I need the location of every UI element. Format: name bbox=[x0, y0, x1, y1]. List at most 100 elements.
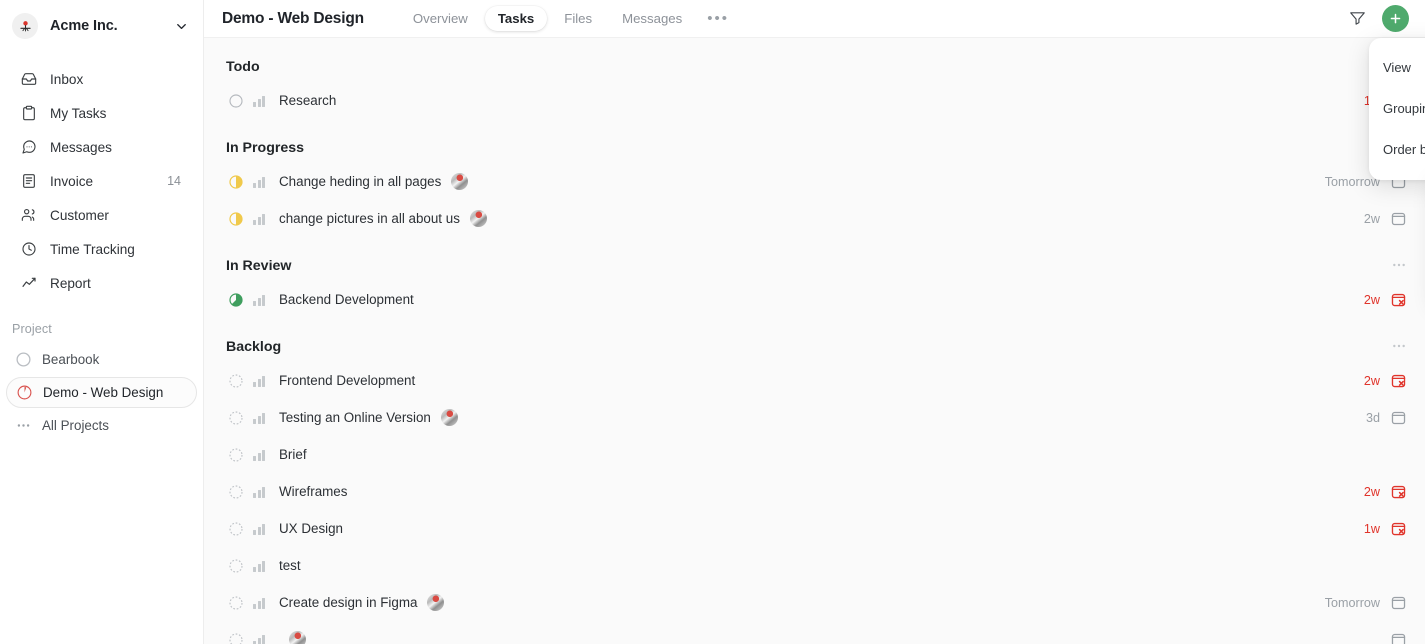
due-date[interactable]: 2w bbox=[1364, 212, 1380, 226]
due-date[interactable]: 2w bbox=[1364, 485, 1380, 499]
sidebar-item-inbox[interactable]: Inbox bbox=[6, 62, 197, 96]
clock-icon bbox=[18, 241, 40, 257]
calendar-overdue-icon[interactable] bbox=[1390, 291, 1407, 308]
row-meta: 2w bbox=[1364, 483, 1407, 500]
avatar[interactable] bbox=[427, 594, 445, 611]
page-title: Demo - Web Design bbox=[222, 9, 364, 27]
status-backlog-icon[interactable] bbox=[226, 447, 246, 463]
due-date[interactable]: Tomorrow bbox=[1325, 596, 1380, 610]
sidebar-item-report[interactable]: Report bbox=[6, 266, 197, 300]
table-row[interactable] bbox=[204, 621, 1425, 644]
priority-icon bbox=[253, 95, 267, 107]
table-row[interactable]: Change heding in all pages Tomorrow bbox=[204, 163, 1425, 200]
task-name: change pictures in all about us bbox=[279, 211, 460, 226]
due-date[interactable]: 3d bbox=[1366, 411, 1380, 425]
sidebar-item-my-tasks[interactable]: My Tasks bbox=[6, 96, 197, 130]
circle-empty-icon bbox=[10, 351, 36, 368]
task-name: Testing an Online Version bbox=[279, 410, 431, 425]
status-in-progress-icon[interactable] bbox=[226, 211, 246, 227]
sidebar-item-time-tracking[interactable]: Time Tracking bbox=[6, 232, 197, 266]
due-date[interactable]: 2w bbox=[1364, 374, 1380, 388]
table-row[interactable]: Backend Development 2w bbox=[204, 281, 1425, 318]
sidebar-item-demo-web-design[interactable]: Demo - Web Design bbox=[6, 377, 197, 408]
tab-messages[interactable]: Messages bbox=[609, 6, 695, 31]
tab-tasks[interactable]: Tasks bbox=[484, 6, 548, 31]
calendar-icon[interactable] bbox=[1390, 594, 1407, 611]
status-backlog-icon[interactable] bbox=[226, 484, 246, 500]
sidebar-item-messages[interactable]: Messages bbox=[6, 130, 197, 164]
sidebar-item-customer[interactable]: Customer bbox=[6, 198, 197, 232]
calendar-icon[interactable] bbox=[1390, 210, 1407, 227]
sidebar-item-label: Customer bbox=[50, 207, 109, 223]
task-name: Research bbox=[279, 93, 337, 108]
calendar-overdue-icon[interactable] bbox=[1390, 483, 1407, 500]
chevron-down-icon[interactable] bbox=[174, 19, 189, 34]
priority-icon bbox=[253, 597, 267, 609]
filter-icon[interactable] bbox=[1349, 10, 1366, 27]
document-icon bbox=[18, 173, 40, 189]
status-backlog-icon[interactable] bbox=[226, 595, 246, 611]
due-date[interactable]: 1w bbox=[1364, 522, 1380, 536]
table-row[interactable]: Wireframes 2w bbox=[204, 473, 1425, 510]
calendar-icon[interactable] bbox=[1390, 631, 1407, 644]
status-backlog-icon[interactable] bbox=[226, 521, 246, 537]
chat-bubble-icon bbox=[18, 139, 40, 155]
task-name: Brief bbox=[279, 447, 307, 462]
sidebar-section-project-label: Project bbox=[12, 322, 52, 336]
group-header-backlog: Backlog bbox=[204, 332, 1425, 362]
table-row[interactable]: Testing an Online Version 3d bbox=[204, 399, 1425, 436]
priority-icon bbox=[253, 560, 267, 572]
status-backlog-icon[interactable] bbox=[226, 632, 246, 644]
table-row[interactable]: Create design in Figma Tomorrow bbox=[204, 584, 1425, 621]
status-in-progress-icon[interactable] bbox=[226, 174, 246, 190]
avatar[interactable] bbox=[440, 409, 458, 426]
view-row: View bbox=[1369, 52, 1425, 82]
calendar-overdue-icon[interactable] bbox=[1390, 372, 1407, 389]
table-row[interactable]: UX Design 1w bbox=[204, 510, 1425, 547]
top-bar: Demo - Web Design Overview Tasks Files M… bbox=[204, 0, 1425, 38]
row-meta: 2w bbox=[1364, 210, 1407, 227]
dots-icon[interactable] bbox=[1391, 338, 1407, 357]
avatar[interactable] bbox=[469, 210, 487, 227]
table-row[interactable]: change pictures in all about us 2w bbox=[204, 200, 1425, 237]
sidebar-project-label: Demo - Web Design bbox=[43, 385, 164, 400]
table-row[interactable]: Brief bbox=[204, 436, 1425, 473]
task-name: Wireframes bbox=[279, 484, 348, 499]
table-row[interactable]: test bbox=[204, 547, 1425, 584]
calendar-icon[interactable] bbox=[1390, 409, 1407, 426]
sidebar-item-all-projects[interactable]: All Projects bbox=[6, 410, 197, 441]
group-title: In Progress bbox=[226, 140, 305, 156]
dots-icon[interactable] bbox=[1391, 257, 1407, 276]
tab-overview[interactable]: Overview bbox=[400, 6, 481, 31]
status-backlog-icon[interactable] bbox=[226, 373, 246, 389]
task-name: Change heding in all pages bbox=[279, 174, 442, 189]
line-chart-icon bbox=[18, 275, 40, 291]
due-date[interactable]: 2w bbox=[1364, 293, 1380, 307]
clipboard-icon bbox=[18, 105, 40, 121]
sidebar-item-bearbook[interactable]: Bearbook bbox=[6, 344, 197, 375]
priority-icon bbox=[253, 294, 267, 306]
sidebar-item-badge: 14 bbox=[167, 174, 181, 188]
table-row[interactable]: Research 1w bbox=[204, 82, 1425, 119]
row-meta: 1w bbox=[1364, 520, 1407, 537]
task-list: Todo Research 1w bbox=[204, 38, 1425, 644]
sidebar-item-invoice[interactable]: Invoice 14 bbox=[6, 164, 197, 198]
tab-files[interactable]: Files bbox=[551, 6, 605, 31]
sidebar-project-label: Bearbook bbox=[42, 352, 100, 367]
avatar[interactable] bbox=[451, 173, 469, 190]
avatar[interactable] bbox=[289, 631, 306, 644]
dots-icon bbox=[10, 417, 36, 434]
grouping-label: Grouping bbox=[1383, 100, 1425, 116]
top-bar-actions bbox=[1349, 5, 1409, 32]
group-title: Backlog bbox=[226, 339, 282, 355]
users-icon bbox=[18, 207, 40, 223]
calendar-overdue-icon[interactable] bbox=[1390, 520, 1407, 537]
status-in-review-icon[interactable] bbox=[226, 292, 246, 308]
status-backlog-icon[interactable] bbox=[226, 410, 246, 426]
status-todo-icon[interactable] bbox=[226, 93, 246, 109]
add-task-button[interactable] bbox=[1382, 5, 1409, 32]
tab-more-button[interactable]: ••• bbox=[699, 10, 737, 27]
status-backlog-icon[interactable] bbox=[226, 558, 246, 574]
org-switcher[interactable]: Acme Inc. bbox=[0, 0, 203, 52]
table-row[interactable]: Frontend Development 2w bbox=[204, 362, 1425, 399]
